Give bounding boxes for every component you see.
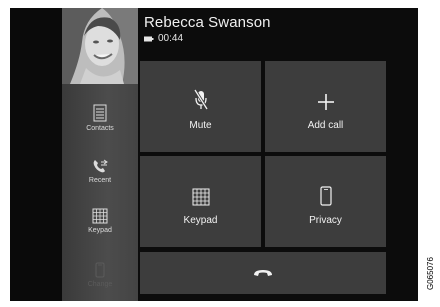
sidebar-item-keypad[interactable]: Keypad: [62, 208, 138, 258]
call-header: Rebecca Swanson 00:44: [144, 14, 271, 44]
caller-name: Rebecca Swanson: [144, 14, 271, 31]
contacts-icon: [93, 104, 107, 122]
sidebar-item-recent[interactable]: Recent: [62, 158, 138, 208]
sidebar-item-label: Change: [87, 281, 113, 288]
call-duration: 00:44: [158, 33, 184, 44]
caller-photo: [62, 8, 138, 84]
end-call-button[interactable]: [140, 252, 386, 294]
plus-icon: [317, 94, 334, 110]
microphone-muted-icon: [193, 89, 208, 110]
hang-up-icon: [254, 270, 272, 276]
mute-button[interactable]: Mute: [140, 61, 261, 152]
phone-device-icon: [319, 186, 332, 206]
add-call-label: Add call: [307, 120, 344, 131]
keypad-button[interactable]: Keypad: [140, 156, 261, 247]
sidebar-item-label: Keypad: [88, 227, 112, 234]
figure-code: G065076: [426, 257, 435, 290]
left-strip: [10, 8, 62, 301]
keypad-icon: [92, 208, 108, 224]
phone-device-icon: [95, 262, 105, 278]
sidebar-item-change: Change: [62, 262, 138, 301]
sidebar: Contacts Recent Keypad Change: [62, 8, 138, 301]
mute-label: Mute: [189, 120, 212, 131]
caller-portrait-image: [62, 8, 138, 84]
keypad-icon: [192, 188, 209, 206]
sidebar-item-label: Recent: [88, 177, 112, 184]
call-screen: Contacts Recent Keypad Change Rebecca Sw…: [10, 8, 418, 301]
call-timer-row: 00:44: [144, 33, 271, 44]
keypad-label: Keypad: [183, 215, 218, 226]
sidebar-item-label: Contacts: [86, 125, 114, 132]
add-call-button[interactable]: Add call: [265, 61, 386, 152]
sidebar-item-contacts[interactable]: Contacts: [62, 104, 138, 154]
battery-icon: [144, 36, 154, 41]
privacy-label: Privacy: [309, 215, 342, 226]
recent-calls-icon: [93, 159, 108, 173]
call-actions-grid: Mute Add call Keypad Privacy: [140, 61, 386, 247]
privacy-button[interactable]: Privacy: [265, 156, 386, 247]
